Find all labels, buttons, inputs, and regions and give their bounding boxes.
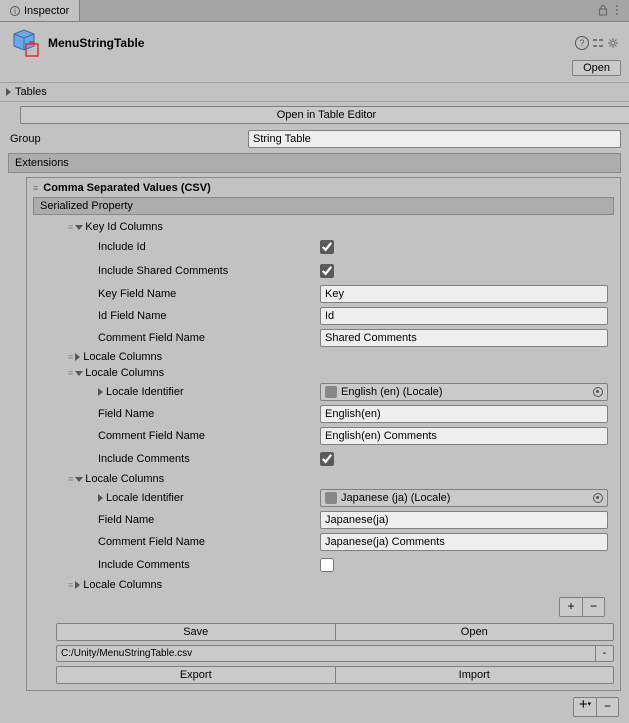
add-column-button[interactable]: + [560,598,582,616]
field-name-label: Field Name [98,408,154,420]
include-shared-checkbox[interactable] [320,264,334,278]
preset-icon[interactable] [592,37,604,49]
locale-id-field-ja[interactable]: Japanese (ja) (Locale) [320,489,608,507]
include-id-label: Include Id [98,241,146,253]
locale-id-label: Locale Identifier [106,492,184,504]
csv-title: Comma Separated Values (CSV) [43,182,211,194]
locale-foldout-ja[interactable]: ≡Locale Columns [36,471,611,487]
kebab-icon[interactable] [611,4,623,16]
open-button[interactable]: Open [572,60,621,76]
comment-name-label: Comment Field Name [98,430,205,442]
key-id-label: Key Id Columns [85,221,163,233]
include-comments-ja[interactable] [320,558,334,572]
caret-down-icon [75,225,83,230]
caret-right-icon [75,353,80,361]
asset-icon [10,28,40,58]
drag-handle-icon: ≡ [68,222,72,232]
include-id-checkbox[interactable] [320,240,334,254]
asset-title: MenuStringTable [48,36,144,50]
remove-column-button[interactable]: − [582,598,604,616]
comment-field-label: Comment Field Name [98,332,205,344]
include-comments-label: Include Comments [98,559,190,571]
locale-foldout-closed[interactable]: ≡Locale Columns [36,349,611,365]
serialized-header: Serialized Property [33,197,614,215]
tab-inspector[interactable]: i Inspector [0,0,80,21]
caret-right-icon [98,494,103,502]
field-name-ja[interactable] [320,511,608,529]
id-field-input[interactable] [320,307,608,325]
open-csv-button[interactable]: Open [336,623,615,641]
locale-icon [325,386,337,398]
help-icon[interactable]: ? [575,36,589,50]
locale-id-field-en[interactable]: English (en) (Locale) [320,383,608,401]
lock-icon[interactable] [597,4,609,16]
comment-name-label: Comment Field Name [98,536,205,548]
group-label: Group [8,133,248,145]
import-button[interactable]: Import [336,666,615,684]
comment-name-en[interactable] [320,427,608,445]
export-button[interactable]: Export [56,666,336,684]
tab-label: Inspector [24,5,69,17]
locale-id-label: Locale Identifier [106,386,184,398]
comment-name-ja[interactable] [320,533,608,551]
locale-foldout-en[interactable]: ≡Locale Columns [36,365,611,381]
gear-icon[interactable] [607,37,619,49]
save-button[interactable]: Save [56,623,336,641]
add-extension-button[interactable]: +▾ [574,698,596,716]
locale-foldout-closed-2[interactable]: ≡Locale Columns [36,577,611,593]
field-name-label: Field Name [98,514,154,526]
open-table-editor-button[interactable]: Open in Table Editor [20,106,629,124]
caret-right-icon [6,88,11,96]
key-field-label: Key Field Name [98,288,176,300]
caret-right-icon [75,581,80,589]
clear-path-button[interactable]: - [596,645,614,662]
key-field-input[interactable] [320,285,608,303]
comment-field-input[interactable] [320,329,608,347]
drag-handle-icon[interactable]: ≡ [33,183,37,193]
caret-down-icon [75,371,83,376]
tables-label: Tables [15,86,47,98]
group-field[interactable] [248,130,621,148]
extensions-header: Extensions [8,153,621,173]
field-name-en[interactable] [320,405,608,423]
tables-foldout[interactable]: Tables [0,82,629,102]
caret-down-icon [75,477,83,482]
id-field-label: Id Field Name [98,310,166,322]
locale-icon [325,492,337,504]
key-id-foldout[interactable]: ≡ Key Id Columns [36,219,611,235]
info-icon: i [10,6,20,16]
file-path-display: C:/Unity/MenuStringTable.csv [56,645,596,662]
include-comments-en[interactable] [320,452,334,466]
include-shared-label: Include Shared Comments [98,265,228,277]
tab-bar: i Inspector [0,0,629,22]
csv-extension-panel: ≡ Comma Separated Values (CSV) Serialize… [26,177,621,691]
object-picker-icon[interactable] [593,493,603,503]
remove-extension-button[interactable]: − [596,698,618,716]
caret-right-icon [98,388,103,396]
include-comments-label: Include Comments [98,453,190,465]
object-picker-icon[interactable] [593,387,603,397]
